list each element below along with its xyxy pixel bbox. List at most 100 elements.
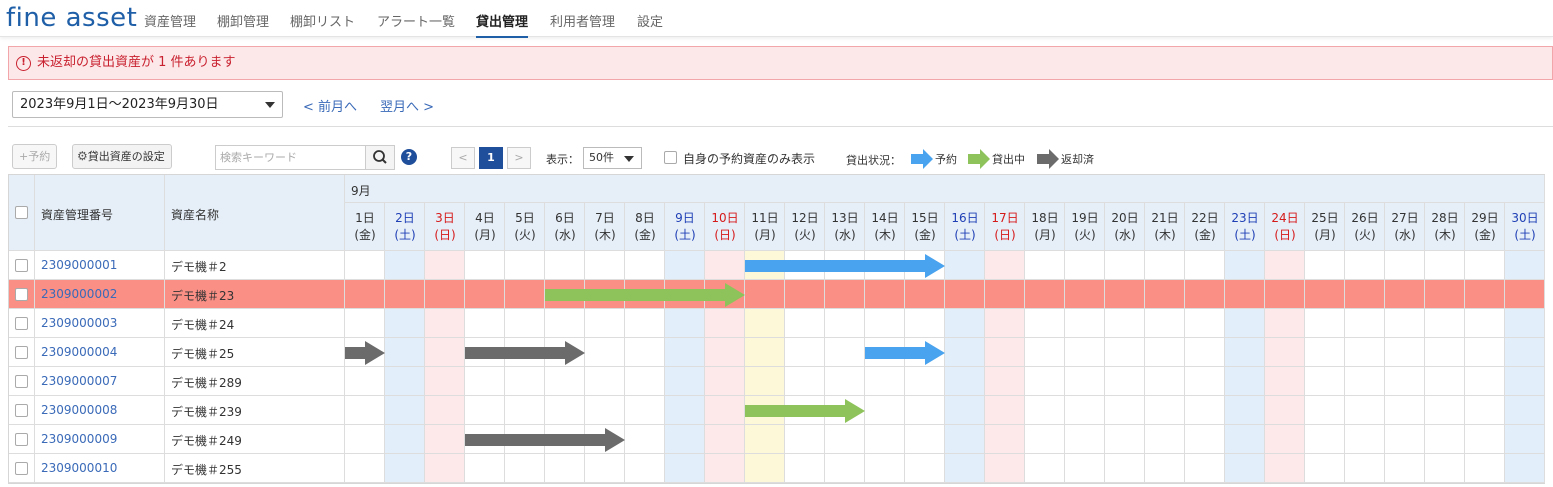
row-checkbox[interactable] xyxy=(15,433,28,446)
day-cell[interactable] xyxy=(1385,425,1425,454)
day-cell[interactable] xyxy=(1305,309,1345,338)
day-cell[interactable] xyxy=(825,367,865,396)
nav-item-0[interactable]: 資産管理 xyxy=(144,11,196,30)
day-cell[interactable] xyxy=(465,396,505,425)
day-cell[interactable] xyxy=(1185,367,1225,396)
day-cell[interactable] xyxy=(665,425,705,454)
day-cell[interactable] xyxy=(1465,425,1505,454)
day-cell[interactable] xyxy=(1145,425,1185,454)
asset-no-link[interactable]: 2309000004 xyxy=(41,345,161,361)
day-cell[interactable] xyxy=(1465,251,1505,280)
row-checkbox[interactable] xyxy=(15,288,28,301)
day-cell[interactable] xyxy=(1425,396,1465,425)
nav-item-5[interactable]: 利用者管理 xyxy=(550,11,615,30)
day-cell[interactable] xyxy=(1185,251,1225,280)
day-cell[interactable] xyxy=(1105,251,1145,280)
day-cell[interactable] xyxy=(1025,396,1065,425)
day-cell[interactable] xyxy=(705,251,745,280)
day-cell[interactable] xyxy=(625,367,665,396)
day-cell[interactable] xyxy=(1145,367,1185,396)
asset-no-link[interactable]: 2309000009 xyxy=(41,432,161,448)
day-cell[interactable] xyxy=(905,280,945,309)
day-cell[interactable] xyxy=(625,454,665,483)
day-cell[interactable] xyxy=(1105,367,1145,396)
day-cell[interactable] xyxy=(865,425,905,454)
day-cell[interactable] xyxy=(1505,367,1545,396)
day-cell[interactable] xyxy=(1185,309,1225,338)
day-cell[interactable] xyxy=(1065,454,1105,483)
day-cell[interactable] xyxy=(1105,280,1145,309)
loan-bar-returned[interactable] xyxy=(465,428,625,452)
day-cell[interactable] xyxy=(385,396,425,425)
day-cell[interactable] xyxy=(1225,309,1265,338)
day-cell[interactable] xyxy=(1025,280,1065,309)
day-cell[interactable] xyxy=(1465,280,1505,309)
day-cell[interactable] xyxy=(865,396,905,425)
asset-no-link[interactable]: 2309000007 xyxy=(41,374,161,390)
day-cell[interactable] xyxy=(985,338,1025,367)
page-prev-button[interactable]: < xyxy=(451,147,475,169)
row-checkbox[interactable] xyxy=(15,404,28,417)
day-cell[interactable] xyxy=(825,454,865,483)
day-cell[interactable] xyxy=(1105,396,1145,425)
day-cell[interactable] xyxy=(785,367,825,396)
day-cell[interactable] xyxy=(945,367,985,396)
day-cell[interactable] xyxy=(345,280,385,309)
day-cell[interactable] xyxy=(945,309,985,338)
day-cell[interactable] xyxy=(1065,251,1105,280)
day-cell[interactable] xyxy=(1105,309,1145,338)
day-cell[interactable] xyxy=(1225,425,1265,454)
next-month-link[interactable]: 翌月へ > xyxy=(380,96,434,115)
day-cell[interactable] xyxy=(1145,309,1185,338)
day-cell[interactable] xyxy=(905,396,945,425)
day-cell[interactable] xyxy=(865,309,905,338)
day-cell[interactable] xyxy=(1145,454,1185,483)
day-cell[interactable] xyxy=(505,280,545,309)
day-cell[interactable] xyxy=(745,425,785,454)
day-cell[interactable] xyxy=(625,396,665,425)
day-cell[interactable] xyxy=(465,367,505,396)
asset-no-link[interactable]: 2309000003 xyxy=(41,316,161,332)
day-cell[interactable] xyxy=(1425,425,1465,454)
day-cell[interactable] xyxy=(1425,280,1465,309)
day-cell[interactable] xyxy=(1505,280,1545,309)
nav-item-4[interactable]: 貸出管理 xyxy=(476,11,529,38)
day-cell[interactable] xyxy=(1385,251,1425,280)
day-cell[interactable] xyxy=(1385,280,1425,309)
day-cell[interactable] xyxy=(1425,251,1465,280)
loan-bar-on-loan[interactable] xyxy=(545,283,745,307)
day-cell[interactable] xyxy=(385,367,425,396)
day-cell[interactable] xyxy=(945,338,985,367)
day-cell[interactable] xyxy=(1025,454,1065,483)
day-cell[interactable] xyxy=(1025,425,1065,454)
day-cell[interactable] xyxy=(1305,425,1345,454)
day-cell[interactable] xyxy=(745,367,785,396)
day-cell[interactable] xyxy=(1425,338,1465,367)
day-cell[interactable] xyxy=(1505,251,1545,280)
day-cell[interactable] xyxy=(465,454,505,483)
day-cell[interactable] xyxy=(985,251,1025,280)
day-cell[interactable] xyxy=(1225,251,1265,280)
day-cell[interactable] xyxy=(705,454,745,483)
day-cell[interactable] xyxy=(1265,309,1305,338)
row-checkbox[interactable] xyxy=(15,462,28,475)
day-cell[interactable] xyxy=(1345,338,1385,367)
day-cell[interactable] xyxy=(425,454,465,483)
loan-asset-settings-button[interactable]: ⚙貸出資産の設定 xyxy=(72,144,172,169)
nav-item-2[interactable]: 棚卸リスト xyxy=(290,11,355,30)
day-cell[interactable] xyxy=(865,454,905,483)
day-cell[interactable] xyxy=(585,454,625,483)
day-cell[interactable] xyxy=(1505,396,1545,425)
day-cell[interactable] xyxy=(345,251,385,280)
day-cell[interactable] xyxy=(785,454,825,483)
day-cell[interactable] xyxy=(1185,280,1225,309)
day-cell[interactable] xyxy=(1425,367,1465,396)
day-cell[interactable] xyxy=(1025,338,1065,367)
day-cell[interactable] xyxy=(465,251,505,280)
day-cell[interactable] xyxy=(1145,338,1185,367)
row-checkbox[interactable] xyxy=(15,346,28,359)
day-cell[interactable] xyxy=(1025,251,1065,280)
day-cell[interactable] xyxy=(385,454,425,483)
day-cell[interactable] xyxy=(1385,367,1425,396)
day-cell[interactable] xyxy=(745,338,785,367)
